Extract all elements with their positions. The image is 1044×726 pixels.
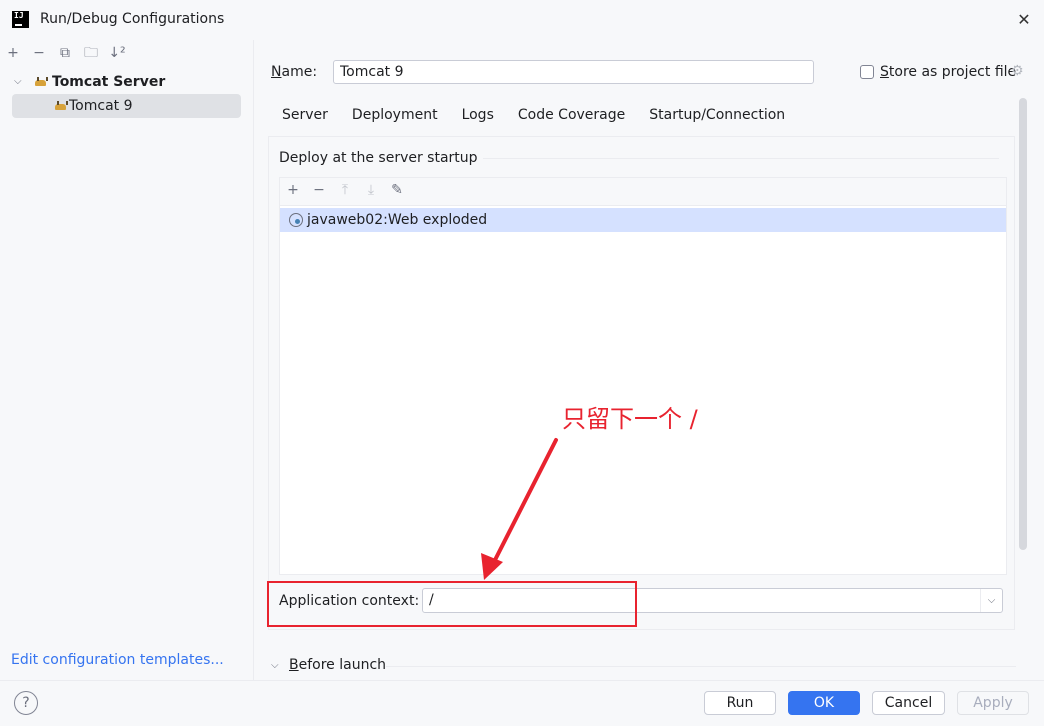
- annotation-arrow-icon: [481, 438, 558, 580]
